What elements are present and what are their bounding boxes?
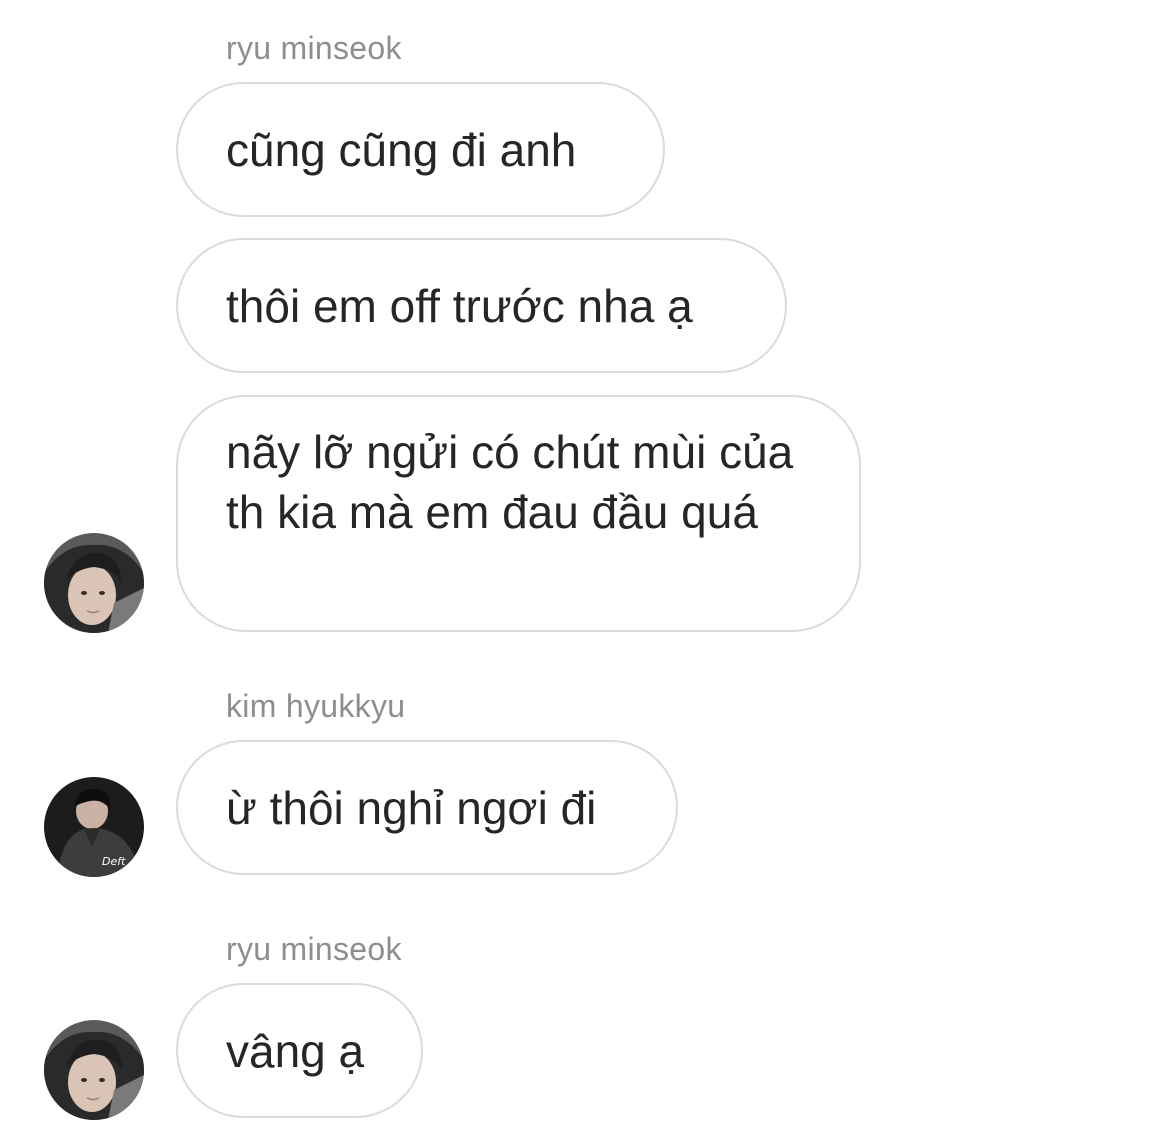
message-text: thôi em off trước nha ạ bbox=[226, 279, 693, 332]
message-text: cũng cũng đi anh bbox=[226, 123, 577, 176]
avatar[interactable] bbox=[44, 1020, 144, 1120]
message-text: ừ thôi nghỉ ngơi đi bbox=[226, 781, 597, 834]
sender-name: kim hyukkyu bbox=[226, 688, 406, 724]
avatar[interactable] bbox=[44, 533, 144, 633]
message-bubble[interactable]: thôi em off trước nha ạ bbox=[176, 238, 787, 373]
user-avatar-icon bbox=[44, 1020, 144, 1120]
message-text: nãy lỡ ngửi có chút mùi của th kia mà em… bbox=[226, 426, 794, 538]
user-avatar-icon bbox=[44, 533, 144, 633]
message-bubble[interactable]: ừ thôi nghỉ ngơi đi bbox=[176, 740, 678, 875]
sender-name: ryu minseok bbox=[226, 931, 402, 967]
user-avatar-icon: Deft bbox=[44, 777, 144, 877]
sender-name: ryu minseok bbox=[226, 30, 402, 66]
message-bubble[interactable]: cũng cũng đi anh bbox=[176, 82, 665, 217]
message-text: vâng ạ bbox=[226, 1024, 365, 1077]
avatar[interactable]: Deft bbox=[44, 777, 144, 877]
avatar-badge-text: Deft bbox=[102, 855, 126, 868]
message-bubble[interactable]: vâng ạ bbox=[176, 983, 423, 1118]
message-bubble[interactable]: nãy lỡ ngửi có chút mùi của th kia mà em… bbox=[176, 395, 861, 632]
